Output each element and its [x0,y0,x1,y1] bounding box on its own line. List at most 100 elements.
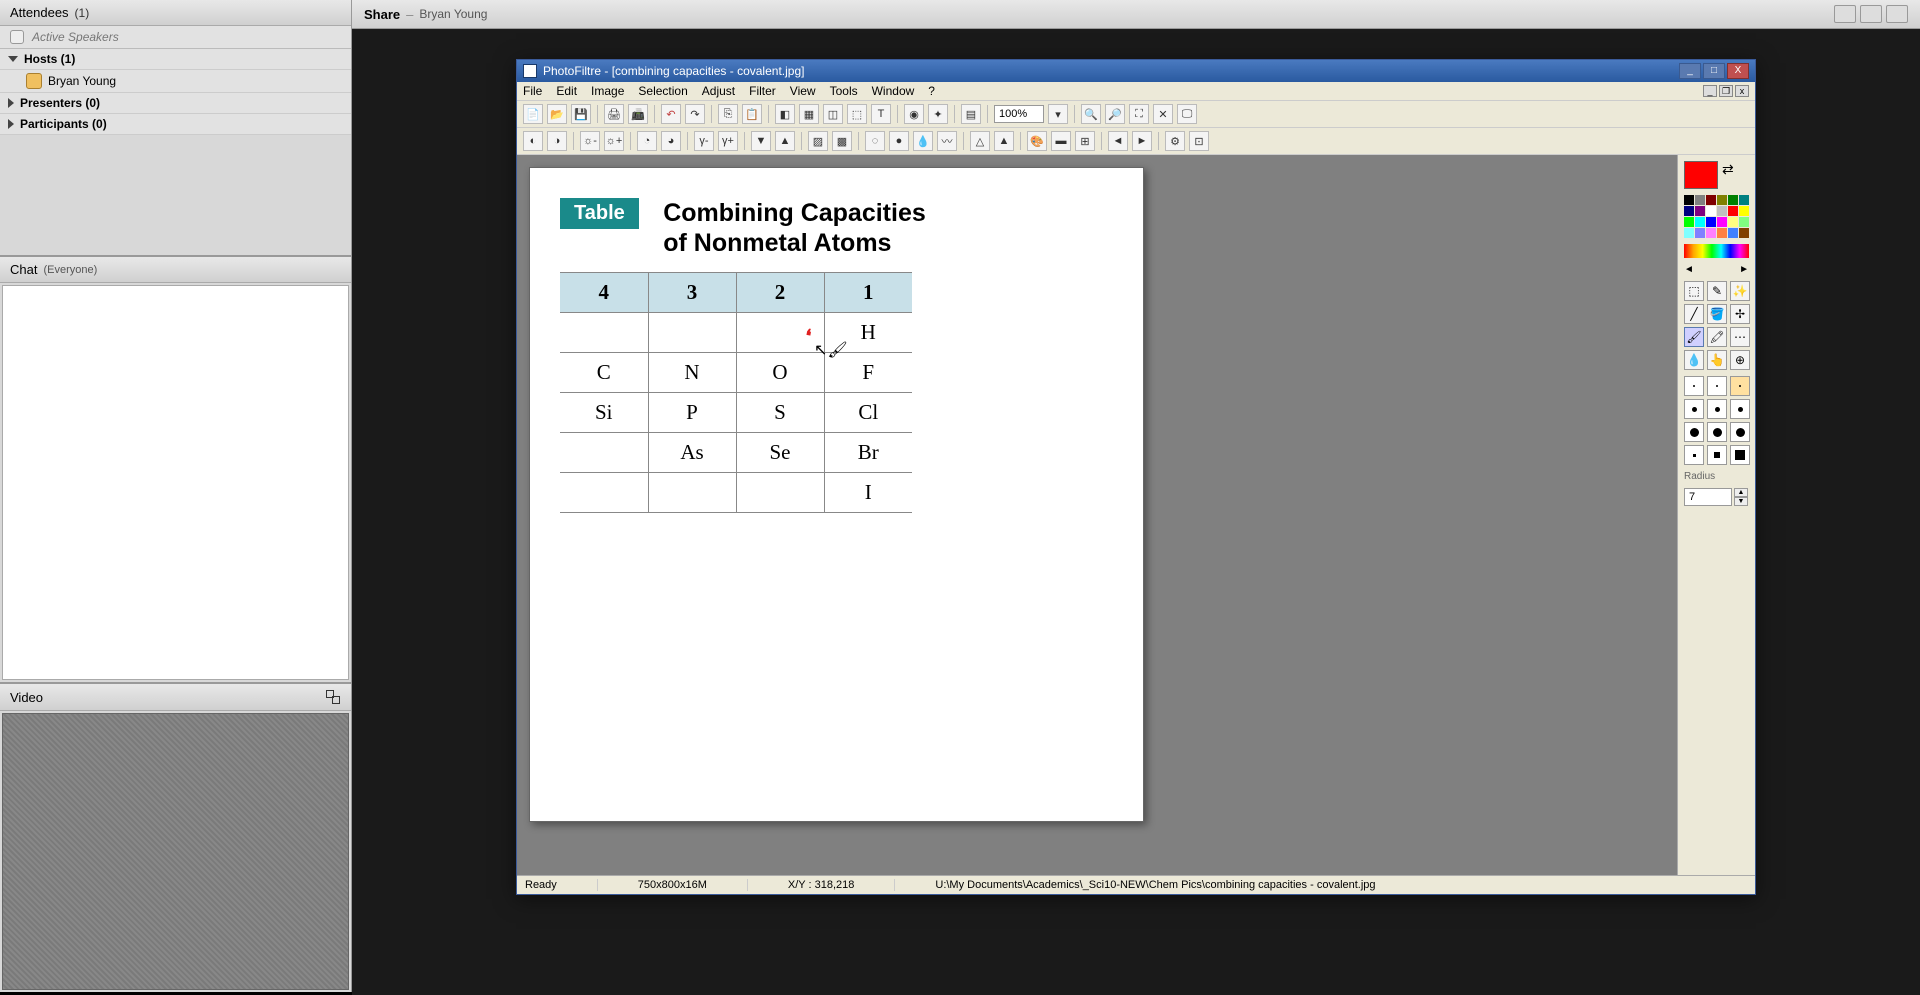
menu-selection[interactable]: Selection [638,84,687,98]
fullscreen-button[interactable] [1886,5,1908,23]
radius-input[interactable]: 7 [1684,488,1732,506]
brush-dot-9[interactable] [1730,422,1750,442]
copy-button[interactable]: ⎘ [718,104,738,124]
swap-colors-icon[interactable]: ⇄ [1722,161,1734,178]
menu-?[interactable]: ? [928,84,935,98]
color-swatch[interactable] [1684,195,1694,205]
soften-button[interactable]: 💧 [913,131,933,151]
clone-tool[interactable]: ⊕ [1730,350,1750,370]
menu-image[interactable]: Image [591,84,624,98]
explorer-button[interactable]: ▤ [961,104,981,124]
color-swatch[interactable] [1684,206,1694,216]
gamma-minus-button[interactable]: γ- [694,131,714,151]
brush-dot-7[interactable] [1684,422,1704,442]
color-swatch[interactable] [1728,195,1738,205]
color-swatch[interactable] [1695,228,1705,238]
module-button[interactable]: ⊞ [1075,131,1095,151]
saturation-plus-button[interactable]: ▲ [775,131,795,151]
brush-sq-1[interactable] [1684,445,1704,465]
expand-icon[interactable] [325,689,341,705]
advanced-brush-tool[interactable]: 🖍 [1707,327,1727,347]
save-button[interactable]: 💾 [571,104,591,124]
sharpen-button[interactable]: △ [970,131,990,151]
fit-window-button[interactable]: ⛶ [1129,104,1149,124]
zoom-dropdown[interactable]: ▾ [1048,104,1068,124]
color-swatch[interactable] [1739,195,1749,205]
maximize-button[interactable]: □ [1703,63,1725,79]
color-swatch[interactable] [1717,195,1727,205]
arrow-left-icon[interactable]: ◄ [1684,264,1694,275]
canvas-size-button[interactable]: ⬚ [847,104,867,124]
pipette-tool[interactable]: ✎ [1707,281,1727,301]
antidust-button[interactable]: ● [889,131,909,151]
chat-body[interactable] [2,285,349,680]
fill-tool[interactable]: 🪣 [1707,304,1727,324]
brush-sq-3[interactable] [1730,445,1750,465]
line-tool[interactable]: ╱ [1684,304,1704,324]
brush-dot-3[interactable] [1730,376,1750,396]
adjust-button[interactable]: ✦ [928,104,948,124]
view-button-1[interactable] [1834,5,1856,23]
attendees-header[interactable]: Attendees (1) [0,0,351,26]
color-swatch[interactable] [1739,228,1749,238]
color-swatch[interactable] [1717,228,1727,238]
color-swatch[interactable] [1728,206,1738,216]
arrow-right-icon[interactable]: ► [1739,264,1749,275]
variations-button[interactable]: 🎨 [1027,131,1047,151]
pf-titlebar[interactable]: PhotoFiltre - [combining capacities - co… [517,60,1755,82]
chat-header[interactable]: Chat (Everyone) [0,257,351,283]
foreground-color[interactable] [1684,161,1718,189]
color-swatch[interactable] [1728,217,1738,227]
color-swatch[interactable] [1706,206,1716,216]
mdi-close[interactable]: x [1735,85,1749,97]
menu-adjust[interactable]: Adjust [702,84,735,98]
brightness-plus-button[interactable]: ☼+ [604,131,624,151]
selection-tool[interactable]: ⬚ [1684,281,1704,301]
transparency-button[interactable]: ▦ [799,104,819,124]
brush-dot-1[interactable] [1684,376,1704,396]
brush-dot-4[interactable] [1684,399,1704,419]
color-swatch[interactable] [1695,206,1705,216]
zoom-level[interactable]: 100% [994,105,1044,123]
menu-view[interactable]: View [790,84,816,98]
color-swatch[interactable] [1706,228,1716,238]
brush-dot-8[interactable] [1707,422,1727,442]
color-swatch[interactable] [1739,217,1749,227]
more-tools[interactable]: ⋯ [1730,327,1750,347]
next-image-button[interactable]: ► [1132,131,1152,151]
preferences-button[interactable]: ⊡ [1189,131,1209,151]
blur-tool[interactable]: 💧 [1684,350,1704,370]
view-button-2[interactable] [1860,5,1882,23]
open-button[interactable]: 📂 [547,104,567,124]
mdi-restore[interactable]: ❐ [1719,85,1733,97]
brightness-minus-button[interactable]: ☼- [580,131,600,151]
brush-sq-2[interactable] [1707,445,1727,465]
sepia-button[interactable]: ▩ [832,131,852,151]
presenters-row[interactable]: Presenters (0) [0,93,351,114]
color-swatch[interactable] [1717,217,1727,227]
auto-contrast-button[interactable]: ◑ [547,131,567,151]
print-button[interactable]: 🖨 [604,104,624,124]
host-entry[interactable]: Bryan Young [0,70,351,93]
brush-dot-6[interactable] [1730,399,1750,419]
reinforce-button[interactable]: ▲ [994,131,1014,151]
grayscale-button[interactable]: ▨ [808,131,828,151]
fit-image-button[interactable]: ✕ [1153,104,1173,124]
video-header[interactable]: Video [0,684,351,711]
close-button[interactable]: X [1727,63,1749,79]
radius-down[interactable]: ▼ [1734,497,1748,506]
color-swatch[interactable] [1739,206,1749,216]
fullscreen-pf-button[interactable]: 🖵 [1177,104,1197,124]
image-size-button[interactable]: ◫ [823,104,843,124]
mdi-min[interactable]: _ [1703,85,1717,97]
auto-levels-button[interactable]: ◐ [523,131,543,151]
spray-tool[interactable]: ✢ [1730,304,1750,324]
redo-button[interactable]: ↷ [685,104,705,124]
scan-button[interactable]: 📠 [628,104,648,124]
color-swatch[interactable] [1717,206,1727,216]
radius-up[interactable]: ▲ [1734,488,1748,497]
undo-button[interactable]: ↶ [661,104,681,124]
color-swatch[interactable] [1684,228,1694,238]
zoom-out-button[interactable]: 🔎 [1105,104,1125,124]
color-swatch[interactable] [1695,195,1705,205]
